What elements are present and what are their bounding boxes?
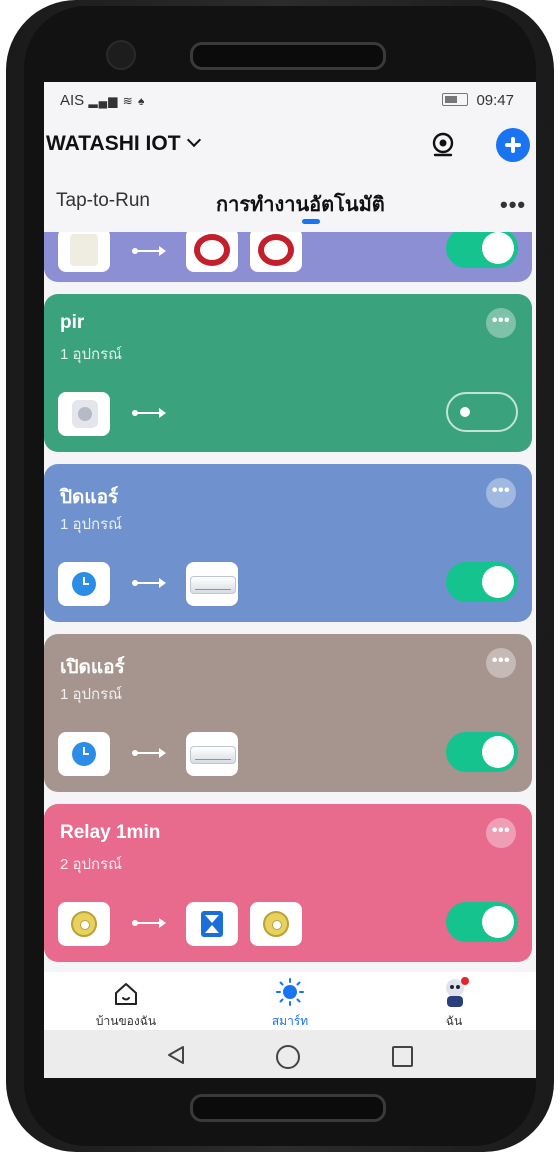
hourglass-icon	[201, 911, 223, 937]
arrow-icon	[132, 408, 166, 418]
status-left: AIS ▂▄▆ ≋ ♠	[60, 92, 145, 109]
arrow-icon	[132, 748, 166, 758]
home-name: WATASHI IOT	[46, 132, 181, 155]
automation-device-count: 2 อุปกรณ์	[60, 856, 123, 873]
app-header: WATASHI IOT	[44, 118, 536, 174]
eye-icon[interactable]	[430, 131, 456, 157]
nav-smart[interactable]: สมาร์ท	[208, 972, 372, 1030]
battery-icon	[442, 93, 469, 106]
bottom-speaker	[190, 1094, 386, 1122]
automation-toggle[interactable]	[446, 902, 518, 942]
automation-title: เปิดแอร์	[60, 657, 125, 678]
card-more-button[interactable]: •••	[486, 818, 516, 848]
nav-home[interactable]: บ้านของฉัน	[44, 972, 208, 1030]
arrow-icon	[132, 246, 166, 256]
relay-icon	[263, 911, 289, 937]
recents-icon[interactable]	[392, 1046, 413, 1067]
home-selector[interactable]: WATASHI IOT	[46, 132, 201, 156]
screen: AIS ▂▄▆ ≋ ♠ 09:47 WATASHI IOT Tap-to-Run…	[44, 82, 536, 1078]
card-more-button[interactable]: •••	[486, 648, 516, 678]
arrow-icon	[132, 918, 166, 928]
phone-frame: AIS ▂▄▆ ≋ ♠ 09:47 WATASHI IOT Tap-to-Run…	[6, 0, 554, 1152]
tab-bar: Tap-to-Run การทำงานอัตโนมัติ •••	[44, 174, 536, 232]
automation-title: ปิดแอร์	[60, 487, 119, 508]
tabs-more-icon[interactable]: •••	[500, 192, 526, 218]
automation-toggle[interactable]	[446, 392, 518, 432]
arrow-icon	[132, 578, 166, 588]
status-right: 09:47	[442, 92, 514, 109]
automation-card[interactable]: Relay 1min 2 อุปกรณ์ •••	[44, 804, 532, 962]
front-camera	[106, 40, 136, 70]
tab-automation[interactable]: การทำงานอัตโนมัติ	[216, 188, 385, 220]
automation-title: pir	[60, 312, 85, 333]
nav-smart-label: สมาร์ท	[271, 1014, 309, 1028]
automation-toggle[interactable]	[446, 232, 518, 268]
automation-device-count: 1 อุปกรณ์	[60, 346, 123, 363]
condition-tile	[58, 562, 110, 606]
carrier-label: AIS	[60, 92, 85, 109]
system-nav-bar	[44, 1030, 536, 1078]
automation-list[interactable]: pir 1 อุปกรณ์ ••• ปิดแอร์ 1 อุปกรณ์ ••• …	[44, 232, 536, 972]
profile-icon	[446, 977, 469, 1007]
bottom-nav: บ้านของฉัน สมาร์ท ฉัน	[44, 972, 536, 1030]
automation-toggle[interactable]	[446, 732, 518, 772]
automation-card-partial[interactable]	[44, 232, 532, 282]
sun-icon	[276, 978, 304, 1006]
clock-icon	[72, 572, 96, 596]
tab-tap-to-run[interactable]: Tap-to-Run	[56, 190, 150, 212]
nav-home-label: บ้านของฉัน	[95, 1014, 157, 1028]
action-tile	[186, 902, 238, 946]
card-more-button[interactable]: •••	[486, 308, 516, 338]
device-tile	[186, 232, 238, 272]
status-bar: AIS ▂▄▆ ≋ ♠ 09:47	[44, 82, 536, 118]
siren-icon	[194, 234, 230, 266]
nav-me[interactable]: ฉัน	[372, 972, 536, 1030]
condition-tile	[58, 902, 110, 946]
action-tile	[186, 562, 238, 606]
condition-tile	[58, 392, 110, 436]
nav-me-label: ฉัน	[445, 1014, 463, 1028]
action-tile	[250, 902, 302, 946]
automation-toggle[interactable]	[446, 562, 518, 602]
automation-card[interactable]: เปิดแอร์ 1 อุปกรณ์ •••	[44, 634, 532, 792]
home-key-icon[interactable]	[276, 1045, 300, 1069]
chevron-down-icon	[186, 132, 201, 148]
clock-label: 09:47	[476, 92, 514, 109]
automation-device-count: 1 อุปกรณ์	[60, 516, 123, 533]
home-icon	[115, 983, 137, 1005]
automation-device-count: 1 อุปกรณ์	[60, 686, 123, 703]
air-conditioner-icon	[190, 576, 236, 594]
pir-sensor-icon	[72, 400, 98, 428]
back-icon[interactable]	[166, 1045, 186, 1065]
card-more-button[interactable]: •••	[486, 478, 516, 508]
condition-tile	[58, 732, 110, 776]
device-tile	[58, 232, 110, 272]
door-sensor-icon	[70, 234, 98, 266]
relay-icon	[71, 911, 97, 937]
action-tile	[186, 732, 238, 776]
air-conditioner-icon	[190, 746, 236, 764]
automation-title: Relay 1min	[60, 822, 161, 843]
siren-icon	[258, 234, 294, 266]
automation-card[interactable]: pir 1 อุปกรณ์ •••	[44, 294, 532, 452]
tab-active-indicator	[302, 219, 320, 224]
add-button[interactable]	[496, 128, 530, 162]
automation-card[interactable]: ปิดแอร์ 1 อุปกรณ์ •••	[44, 464, 532, 622]
clock-icon	[72, 742, 96, 766]
earpiece-speaker	[190, 42, 386, 70]
signal-icon: ▂▄▆ ≋ ♠	[88, 94, 146, 108]
device-tile	[250, 232, 302, 272]
